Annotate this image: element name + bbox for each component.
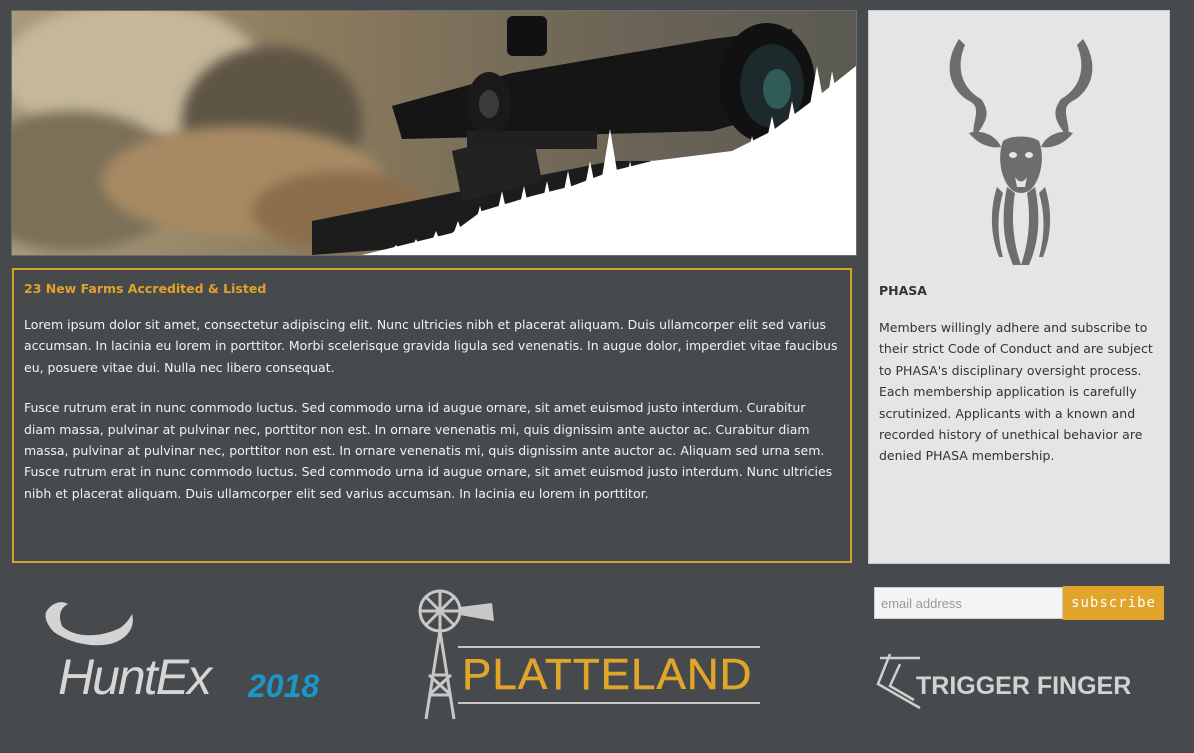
huntex-2018-logo[interactable]: HuntEx 2018: [40, 598, 340, 708]
kudu-head-icon: [949, 39, 1093, 265]
trigger-finger-logo[interactable]: TRIGGER FINGER: [874, 650, 1164, 712]
article-paragraph-2: Fusce rutrum erat in nunc commodo luctus…: [24, 400, 833, 501]
platteland-logo[interactable]: PLATTELAND: [410, 585, 770, 725]
platteland-name: PLATTELAND: [462, 650, 753, 699]
trigger-finger-name: TRIGGER FINGER: [916, 672, 1132, 700]
phasa-sidebar: PHASA Members willingly adhere and subsc…: [868, 10, 1170, 564]
subscribe-button[interactable]: subscribe: [1063, 586, 1164, 620]
article-title[interactable]: 23 New Farms Accredited & Listed: [24, 281, 840, 296]
sidebar-title: PHASA: [879, 283, 927, 298]
hero-banner-image: [11, 10, 857, 256]
huntex-name: HuntEx: [58, 649, 212, 705]
sidebar-description: Members willingly adhere and subscribe t…: [879, 320, 1153, 464]
email-input[interactable]: [874, 587, 1063, 619]
news-article: 23 New Farms Accredited & Listed Lorem i…: [12, 268, 852, 563]
huntex-year: 2018: [248, 668, 320, 704]
article-paragraph-1: Lorem ipsum dolor sit amet, consectetur …: [24, 317, 838, 375]
